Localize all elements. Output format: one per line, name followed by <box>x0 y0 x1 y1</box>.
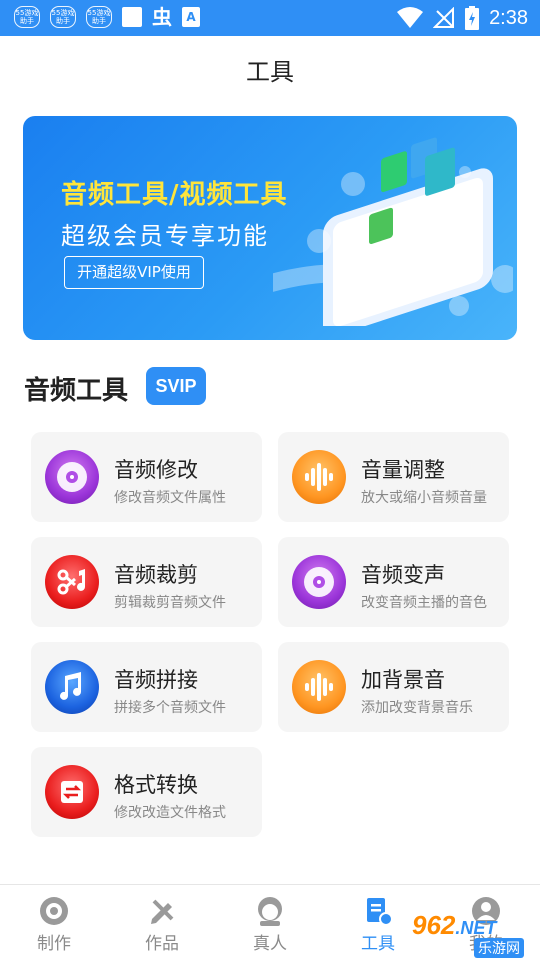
blank-notification-icon <box>122 7 142 27</box>
scissors-music-icon <box>45 555 99 609</box>
disc-icon <box>40 897 68 925</box>
site-watermark: 962.NET 乐游网 <box>402 906 538 958</box>
phone-media-illustration <box>273 137 513 326</box>
bug-notification-icon: 虫 <box>152 5 172 29</box>
tool-doc-icon <box>367 898 393 926</box>
convert-icon <box>45 765 99 819</box>
status-bar-system: 2:38 <box>397 4 528 32</box>
nav-label: 真人 <box>253 934 287 954</box>
watermark-cn: 乐游网 <box>474 938 524 958</box>
section-title: 音频工具 <box>24 376 129 406</box>
tool-desc: 修改改造文件格式 <box>114 805 226 821</box>
tool-name: 音频修改 <box>114 458 198 482</box>
app-notification-icon: 55游戏 助手 <box>86 6 112 28</box>
sound-wave-icon <box>292 450 346 504</box>
tool-name: 加背景音 <box>361 668 445 692</box>
music-notes-icon <box>45 660 99 714</box>
page-title: 工具 <box>246 58 294 86</box>
pencil-ruler-icon <box>151 899 174 924</box>
tool-name: 格式转换 <box>114 773 198 797</box>
battery-charging-icon <box>465 6 480 30</box>
app-notification-icon: 55游戏 助手 <box>50 6 76 28</box>
nav-item-works[interactable]: 作品 <box>108 885 216 960</box>
tool-card-format-convert[interactable]: 格式转换 修改改造文件格式 <box>31 747 262 837</box>
status-bar-notifications: 55游戏 助手 55游戏 助手 55游戏 助手 虫 A <box>14 6 200 28</box>
vinyl-disc-icon <box>292 555 346 609</box>
person-face-icon <box>258 897 282 926</box>
no-signal-icon <box>433 7 455 28</box>
nav-item-real-person[interactable]: 真人 <box>216 885 324 960</box>
svip-badge: SVIP <box>146 367 206 405</box>
tool-name: 音频拼接 <box>114 668 198 692</box>
watermark-net: .NET <box>455 918 497 938</box>
tool-card-audio-trim[interactable]: 音频裁剪 剪辑裁剪音频文件 <box>31 537 262 627</box>
tool-card-add-bgm[interactable]: 加背景音 添加改变背景音乐 <box>278 642 509 732</box>
sound-wave-icon <box>292 660 346 714</box>
vip-promo-banner[interactable]: 音频工具/视频工具 超级会员专享功能 开通超级VIP使用 <box>23 116 517 340</box>
nav-label: 作品 <box>145 934 179 954</box>
tool-card-volume-adjust[interactable]: 音量调整 放大或缩小音频音量 <box>278 432 509 522</box>
tool-desc: 放大或缩小音频音量 <box>361 490 487 506</box>
tool-desc: 添加改变背景音乐 <box>361 700 473 716</box>
tool-desc: 剪辑裁剪音频文件 <box>114 595 226 611</box>
tool-card-audio-merge[interactable]: 音频拼接 拼接多个音频文件 <box>31 642 262 732</box>
nav-item-make[interactable]: 制作 <box>0 885 108 960</box>
wifi-icon <box>397 7 424 28</box>
tool-card-audio-edit[interactable]: 音频修改 修改音频文件属性 <box>31 432 262 522</box>
watermark-number: 962.NET <box>412 910 497 940</box>
tool-desc: 修改音频文件属性 <box>114 490 226 506</box>
font-notification-icon: A <box>182 7 200 27</box>
tool-name: 音量调整 <box>361 458 445 482</box>
banner-title: 音频工具/视频工具 <box>61 180 288 210</box>
vinyl-disc-icon <box>45 450 99 504</box>
status-bar: 55游戏 助手 55游戏 助手 55游戏 助手 虫 A 2:38 <box>0 0 540 36</box>
banner-subtitle: 超级会员专享功能 <box>61 222 269 250</box>
tool-name: 音频变声 <box>361 563 445 587</box>
app-notification-icon: 55游戏 助手 <box>14 6 40 28</box>
tool-desc: 拼接多个音频文件 <box>114 700 226 716</box>
open-vip-button[interactable]: 开通超级VIP使用 <box>64 256 204 289</box>
tool-name: 音频裁剪 <box>114 563 198 587</box>
clock: 2:38 <box>489 7 528 29</box>
tool-card-voice-change[interactable]: 音频变声 改变音频主播的音色 <box>278 537 509 627</box>
nav-label: 制作 <box>37 934 71 954</box>
tool-desc: 改变音频主播的音色 <box>361 595 487 611</box>
